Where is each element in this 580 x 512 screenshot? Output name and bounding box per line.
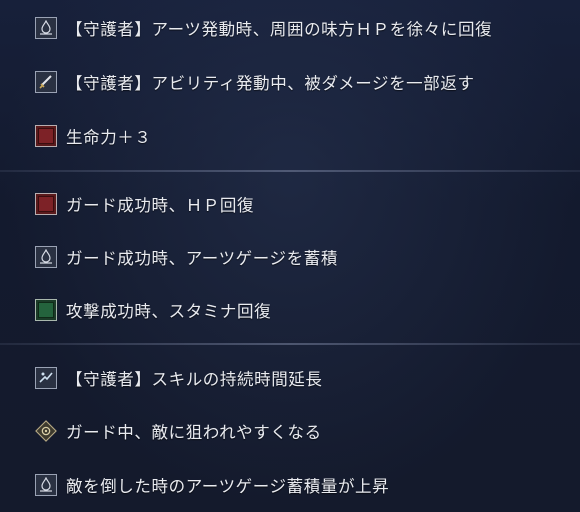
effect-label: 【守護者】スキルの持続時間延長 xyxy=(66,370,323,389)
effect-label: 敵を倒した時のアーツゲージ蓄積量が上昇 xyxy=(66,477,390,496)
stamina-flask-icon xyxy=(35,299,57,321)
effect-row-8: ガード中、敵に狙われやすくなる xyxy=(35,414,565,448)
arts-icon xyxy=(35,17,57,39)
hp-flask-icon xyxy=(35,193,57,215)
taunt-icon xyxy=(35,420,57,442)
effect-label: ガード中、敵に狙われやすくなる xyxy=(66,423,322,442)
effect-row-3: 生命力＋３ xyxy=(35,119,565,153)
vitality-icon xyxy=(35,125,57,147)
effect-row-1: 【守護者】アーツ発動時、周囲の味方ＨＰを徐々に回復 xyxy=(35,11,565,45)
effect-row-4: ガード成功時、ＨＰ回復 xyxy=(35,187,565,221)
effect-label: 【守護者】アビリティ発動中、被ダメージを一部返す xyxy=(66,74,475,93)
arts-icon xyxy=(35,246,57,268)
effect-row-7: 【守護者】スキルの持続時間延長 xyxy=(35,361,565,395)
section-divider xyxy=(0,170,580,172)
section-divider xyxy=(0,343,580,345)
effect-label: 【守護者】アーツ発動時、周囲の味方ＨＰを徐々に回復 xyxy=(66,20,493,39)
sword-icon xyxy=(35,71,57,93)
effect-label: ガード成功時、ＨＰ回復 xyxy=(66,196,255,215)
effect-label: 生命力＋３ xyxy=(66,128,152,147)
arts-icon xyxy=(35,474,57,496)
effect-row-2: 【守護者】アビリティ発動中、被ダメージを一部返す xyxy=(35,65,565,99)
effect-row-6: 攻撃成功時、スタミナ回復 xyxy=(35,293,565,327)
effect-label: ガード成功時、アーツゲージを蓄積 xyxy=(66,249,338,268)
skill-icon xyxy=(35,367,57,389)
effect-row-5: ガード成功時、アーツゲージを蓄積 xyxy=(35,240,565,274)
effects-panel: 【守護者】アーツ発動時、周囲の味方ＨＰを徐々に回復 【守護者】アビリティ発動中、… xyxy=(0,0,580,512)
effect-row-9: 敵を倒した時のアーツゲージ蓄積量が上昇 xyxy=(35,468,565,502)
effect-label: 攻撃成功時、スタミナ回復 xyxy=(66,302,272,321)
